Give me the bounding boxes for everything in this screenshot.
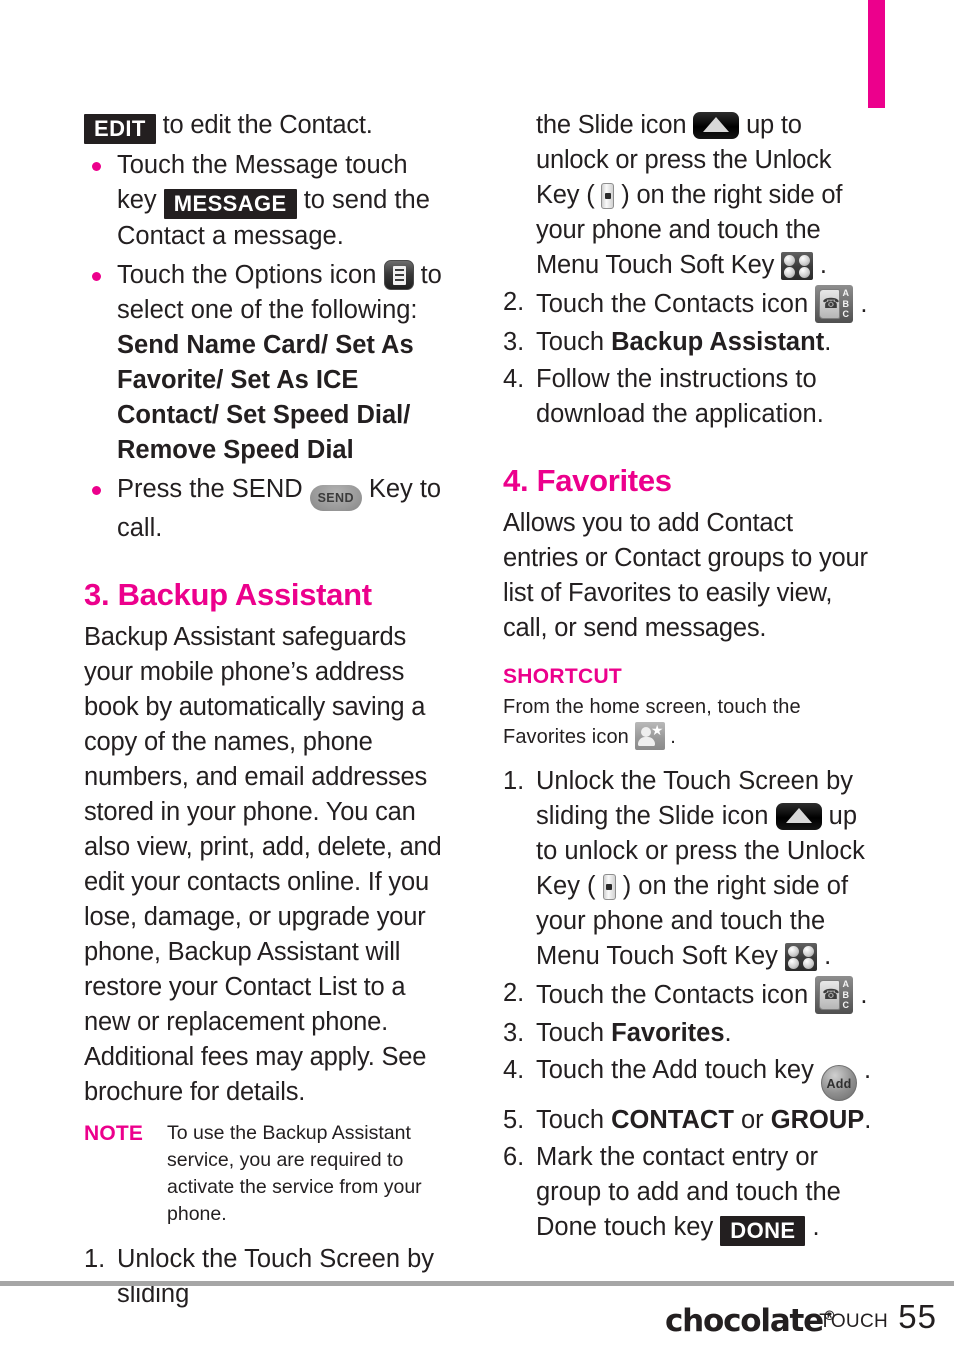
- step-number: 5.: [503, 1106, 525, 1134]
- step-text: Touch the Add touch key: [536, 1056, 821, 1084]
- step-text-after: .: [853, 290, 868, 318]
- bullet-send-before: Press the SEND: [117, 475, 310, 503]
- right-column: the Slide icon up to unlock or press the…: [503, 108, 873, 1246]
- bullet-options: Touch the Options icon to select one of …: [84, 258, 454, 468]
- step-text: Touch the Contacts icon: [536, 981, 816, 1009]
- section-heading-favorites: 4. Favorites: [503, 463, 672, 498]
- step-text-4: .: [817, 942, 832, 970]
- bullet-dot-icon: [92, 272, 101, 281]
- unlock-key-icon[interactable]: [601, 183, 615, 209]
- options-icon[interactable]: [383, 260, 414, 290]
- step-number: 1.: [503, 767, 525, 795]
- step-text: Touch the Contacts icon: [536, 290, 816, 318]
- message-key-chip[interactable]: MESSAGE: [163, 189, 297, 219]
- page-footer: chocolate® TOUCH 55: [0, 1286, 954, 1372]
- step-text-after: .: [724, 1019, 732, 1047]
- continued-bullet-edit: EDIT to edit the Contact.: [84, 108, 454, 144]
- step-item: 5. Touch CONTACT or GROUP.: [503, 1103, 873, 1138]
- bullet-dot-icon: [92, 486, 101, 495]
- shortcut-label: SHORTCUT: [503, 665, 623, 688]
- step-text-after: .: [864, 1106, 872, 1134]
- note-label: NOTE: [84, 1122, 144, 1145]
- step-item: 3. Touch Favorites.: [503, 1016, 873, 1051]
- step-text-mid: or: [733, 1106, 771, 1134]
- step-bold-group: GROUP: [770, 1106, 865, 1134]
- page-number: 55: [898, 1298, 937, 1335]
- favorites-icon[interactable]: ★: [634, 722, 665, 750]
- left-column: EDIT to edit the Contact. Touch the Mess…: [84, 108, 454, 1312]
- step-text-after: .: [824, 328, 832, 356]
- contacts-icon[interactable]: ☎ A B C: [815, 976, 854, 1014]
- step-text: Touch: [536, 1019, 612, 1047]
- step-item: 4. Follow the instructions to download t…: [503, 362, 873, 432]
- favorites-paragraph: Allows you to add Contact entries or Con…: [503, 509, 868, 642]
- step-text: Follow the instructions to download the …: [536, 365, 824, 428]
- page-columns: EDIT to edit the Contact. Touch the Mess…: [0, 0, 954, 1308]
- left-bullet-list: Touch the Message touch key MESSAGE to s…: [84, 148, 454, 546]
- unlock-key-icon[interactable]: [602, 874, 616, 900]
- step-item: 2. Touch the Contacts icon ☎ A B C .: [503, 976, 873, 1014]
- step-item: 6. Mark the contact entry or group to ad…: [503, 1140, 873, 1246]
- bullet-options-before: Touch the Options icon: [117, 261, 384, 289]
- done-key-chip[interactable]: DONE: [720, 1216, 806, 1246]
- step-bold-target: Backup Assistant: [611, 328, 825, 356]
- contacts-icon[interactable]: ☎ A B C: [815, 285, 854, 323]
- step-number: 3.: [503, 1019, 525, 1047]
- step-item: 2. Touch the Contacts icon ☎ A B C .: [503, 285, 873, 323]
- edit-key-chip[interactable]: EDIT: [84, 114, 156, 144]
- backup-assistant-paragraph: Backup Assistant safeguards your mobile …: [84, 623, 442, 1106]
- step-number: 3.: [503, 328, 525, 356]
- step-text-after: .: [805, 1213, 820, 1241]
- note-text: To use the Backup Assistant service, you…: [167, 1122, 422, 1225]
- step-bold-contact: CONTACT: [611, 1106, 734, 1134]
- bullet-dot-icon: [92, 162, 101, 171]
- section-heading-backup-assistant: 3. Backup Assistant: [84, 577, 372, 612]
- brand-logo: chocolate®: [665, 1303, 836, 1339]
- step-number: 4.: [503, 365, 525, 393]
- step-number: 2.: [503, 979, 525, 1007]
- step-item: 1. Unlock the Touch Screen by sliding th…: [503, 764, 873, 974]
- menu-soft-key-icon[interactable]: [781, 252, 814, 280]
- step-item: 4. Touch the Add touch key Add .: [503, 1053, 873, 1101]
- step-number: 6.: [503, 1143, 525, 1171]
- note-block: NOTE To use the Backup Assistant service…: [84, 1120, 454, 1228]
- favorites-steps: 1. Unlock the Touch Screen by sliding th…: [503, 764, 873, 1246]
- slide-icon[interactable]: [693, 112, 740, 139]
- continued-step-1: the Slide icon up to unlock or press the…: [503, 108, 873, 283]
- step-number: 1.: [84, 1245, 106, 1273]
- continued-step-p4: .: [813, 251, 827, 279]
- shortcut-text: From the home screen, touch the Favorite…: [503, 692, 873, 752]
- options-menu-items: Send Name Card/ Set As Favorite/ Set As …: [117, 331, 414, 464]
- step-number: 2.: [503, 288, 525, 316]
- manual-page: EDIT to edit the Contact. Touch the Mess…: [0, 0, 954, 1372]
- step-text-after: .: [853, 981, 868, 1009]
- shortcut-text-after: .: [664, 726, 676, 748]
- step-text-after: .: [856, 1056, 872, 1084]
- bullet-message: Touch the Message touch key MESSAGE to s…: [84, 148, 454, 254]
- step-text: Touch: [536, 328, 612, 356]
- backup-assistant-steps-continued: 2. Touch the Contacts icon ☎ A B C . 3. Tou…: [503, 285, 873, 432]
- slide-icon[interactable]: [775, 803, 822, 830]
- brand-name: chocolate: [664, 1303, 824, 1339]
- edit-line-text: to edit the Contact.: [155, 111, 373, 139]
- brand-sub-label: TOUCH: [819, 1311, 888, 1332]
- step-number: 4.: [503, 1056, 525, 1084]
- step-item: 3. Touch Backup Assistant.: [503, 325, 873, 360]
- step-bold-target: Favorites: [611, 1019, 725, 1047]
- continued-step-p1: the Slide icon: [536, 111, 694, 139]
- bullet-send: Press the SEND SEND Key to call.: [84, 472, 454, 546]
- step-text: Touch: [536, 1106, 612, 1134]
- add-touch-key-icon[interactable]: Add: [820, 1065, 857, 1101]
- menu-soft-key-icon[interactable]: [785, 943, 818, 971]
- send-key-icon[interactable]: SEND: [309, 485, 362, 511]
